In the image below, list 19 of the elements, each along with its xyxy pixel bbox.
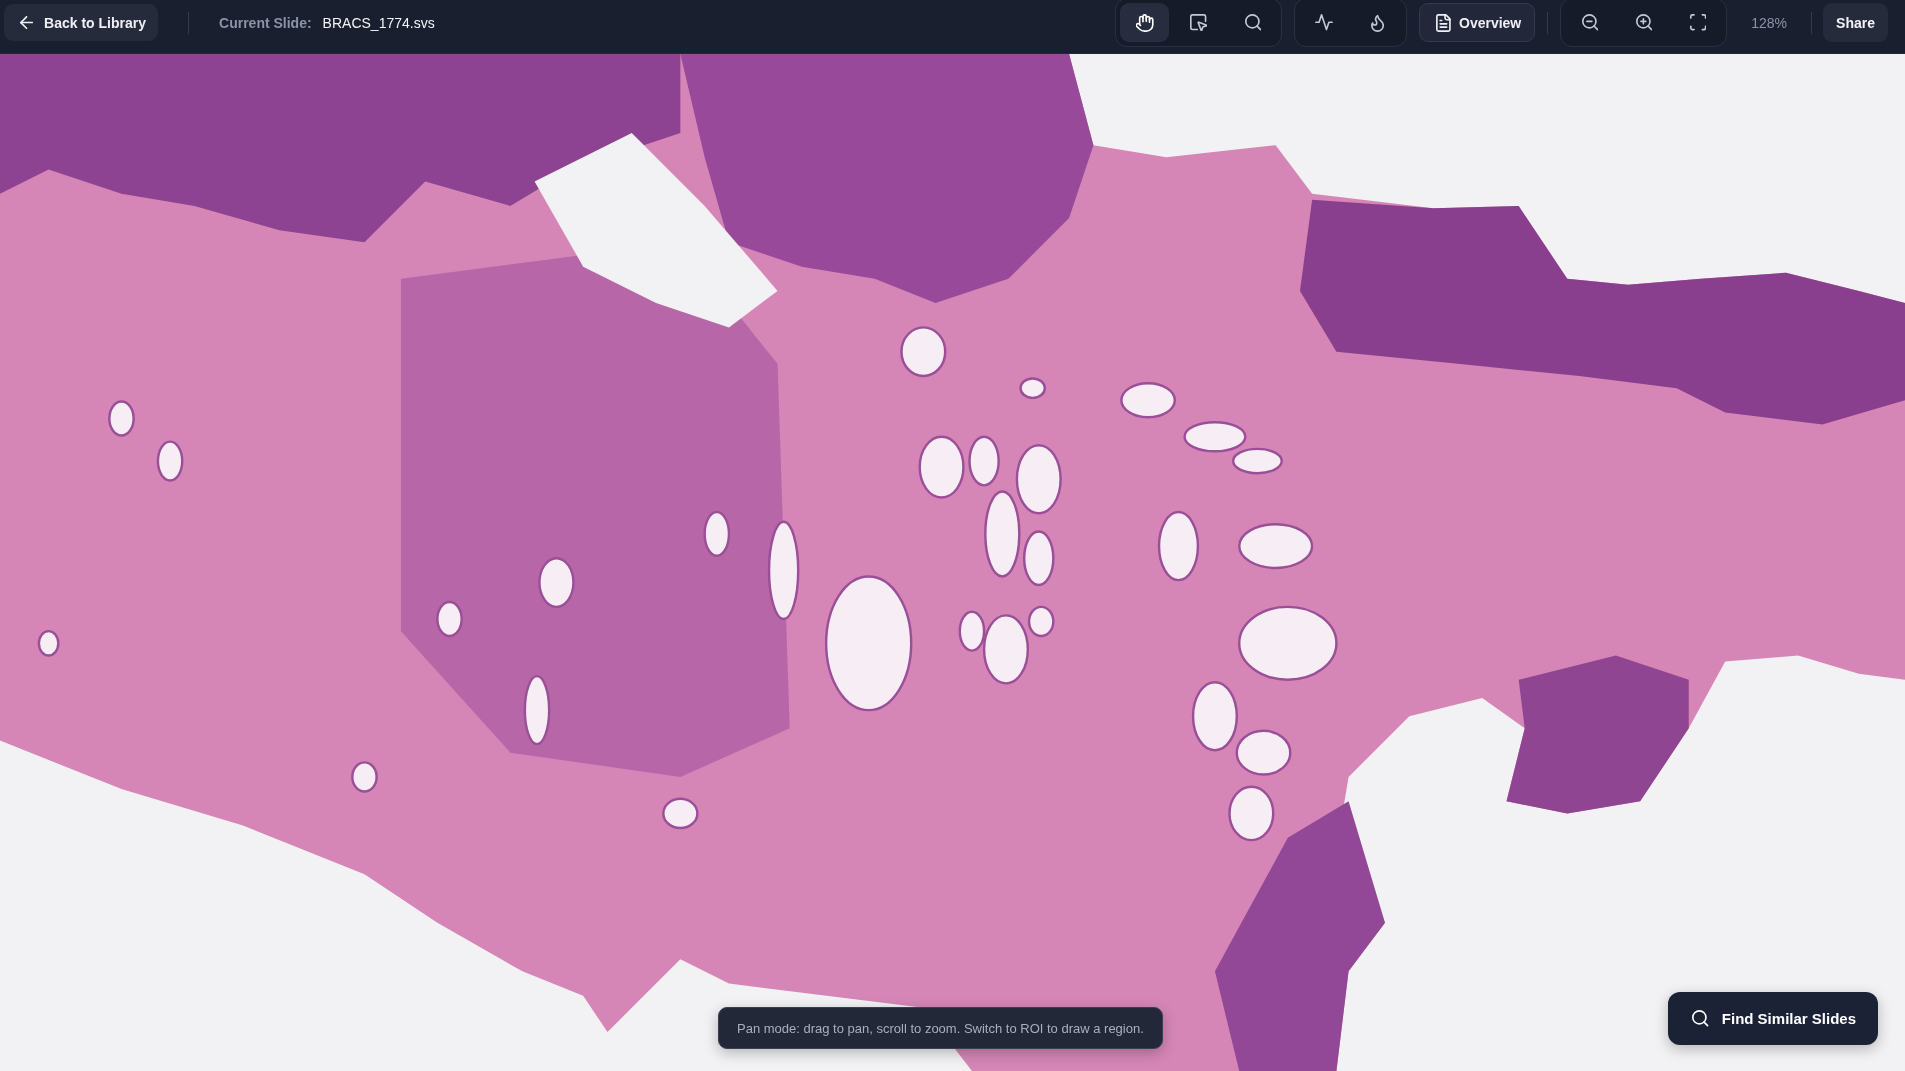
search-icon — [1692, 1010, 1709, 1027]
search-icon — [1244, 14, 1261, 31]
zoom-level: 128% — [1751, 14, 1788, 31]
slide-file-name: BRACS_1774.svs — [322, 14, 435, 31]
overview-button[interactable]: Overview — [1419, 3, 1536, 42]
current-slide-label: Current Slide: — [219, 14, 312, 31]
hand-icon — [1135, 13, 1154, 32]
pan-tool-button[interactable] — [1120, 3, 1170, 42]
document-icon — [1436, 13, 1451, 32]
find-similar-button[interactable]: Find Similar Slides — [1668, 992, 1878, 1045]
pointer-square-icon — [1190, 13, 1208, 32]
hint-toast: Pan mode: drag to pan, scroll to zoom. Switch to ROI to draw a region. — [718, 1007, 1163, 1049]
pulse-line-icon — [1314, 14, 1333, 31]
flame-icon — [1371, 13, 1385, 32]
zoom-out-icon — [1581, 14, 1598, 31]
share-button[interactable]: Share — [1823, 3, 1888, 42]
back-button[interactable]: Back to Library — [4, 4, 159, 41]
expand-corners-icon — [1689, 14, 1706, 31]
zoom-in-icon — [1635, 14, 1652, 31]
